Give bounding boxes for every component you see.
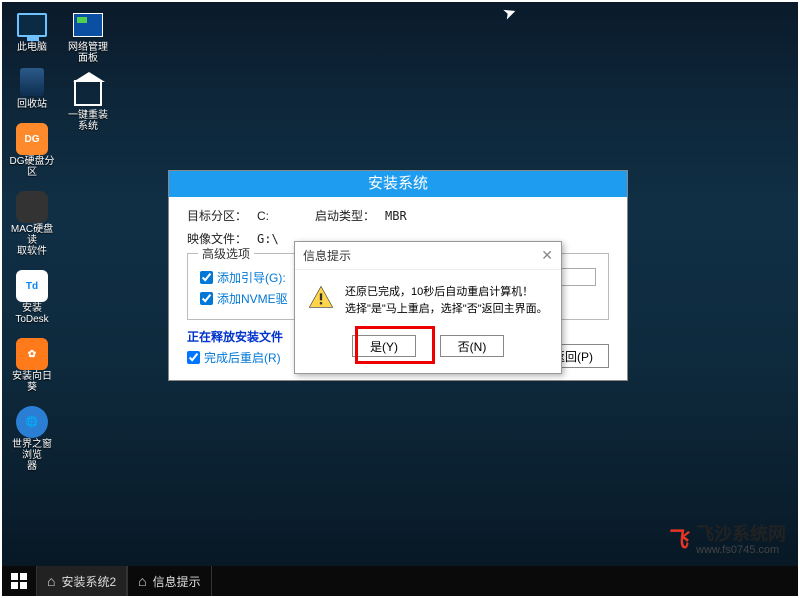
restart-input[interactable] — [187, 351, 200, 364]
watermark: 飞 飞沙系统网 www.fs0745.com — [668, 520, 786, 556]
icon-label: 世界之窗浏览 器 — [8, 439, 56, 472]
dialog-msg-line2: 选择"是"马上重启，选择"否"返回主界面。 — [345, 301, 548, 318]
taskbar-item-dialog[interactable]: ⌂ 信息提示 — [127, 566, 211, 596]
icon-label: 网络管理面板 — [64, 42, 112, 64]
dialog-message: 还原已完成，10秒后自动重启计算机！ 选择"是"马上重启，选择"否"返回主界面。 — [345, 284, 548, 317]
watermark-title: 飞沙系统网 — [696, 520, 786, 546]
taskbar: ⌂ 安装系统2 ⌂ 信息提示 — [2, 566, 798, 596]
advanced-legend: 高级选项 — [198, 245, 254, 262]
boot-type-value: MBR — [385, 209, 407, 223]
watermark-url: www.fs0745.com — [696, 544, 786, 556]
dg-badge-icon: DG — [16, 123, 48, 155]
info-dialog: 信息提示 ✕ 还原已完成，10秒后自动重启计算机！ 选择"是"马上重启，选择"否… — [294, 241, 562, 374]
taskbar-item-label: 信息提示 — [153, 573, 201, 590]
installer-titlebar[interactable]: 安装系统 — [169, 171, 627, 197]
house-icon — [74, 80, 102, 106]
icon-label: 一键重装系统 — [64, 110, 112, 132]
close-icon[interactable]: ✕ — [541, 247, 553, 264]
todesk-badge-icon: Td — [16, 270, 48, 302]
globe-icon: 🌐 — [16, 406, 48, 438]
taskbar-item-installer[interactable]: ⌂ 安装系统2 — [36, 566, 127, 596]
add-boot-input[interactable] — [200, 271, 213, 284]
reinstall-icon[interactable]: 一键重装系统 — [64, 78, 112, 132]
add-boot-label: 添加引导(G): — [217, 269, 286, 286]
watermark-logo-icon: 飞 — [665, 522, 693, 554]
sunflower-icon[interactable]: ✿ 安装向日葵 — [8, 339, 56, 393]
icon-label: DG硬盘分区 — [8, 156, 56, 178]
start-button[interactable] — [2, 566, 36, 596]
dashboard-icon — [73, 13, 103, 37]
cursor-icon: ➤ — [500, 1, 519, 24]
no-button[interactable]: 否(N) — [440, 335, 504, 357]
target-partition-label: 目标分区： — [187, 207, 251, 224]
warning-icon — [307, 284, 335, 312]
house-icon: ⌂ — [138, 573, 146, 589]
restart-label: 完成后重启(R) — [204, 349, 281, 366]
dialog-msg-line1: 还原已完成，10秒后自动重启计算机！ — [345, 284, 548, 301]
add-nvme-label: 添加NVME驱 — [217, 290, 288, 307]
dialog-title: 信息提示 — [303, 247, 351, 264]
icon-label: 安装向日葵 — [8, 371, 56, 393]
mac-disk-icon[interactable]: MAC硬盘读 取软件 — [8, 192, 56, 257]
yes-button[interactable]: 是(Y) — [352, 335, 416, 357]
apple-icon — [16, 191, 48, 223]
sunflower-badge-icon: ✿ — [16, 338, 48, 370]
todesk-icon[interactable]: Td 安装ToDesk — [8, 271, 56, 325]
dg-partition-icon[interactable]: DG DG硬盘分区 — [8, 124, 56, 178]
image-file-value: G:\ — [257, 232, 279, 246]
target-partition-value: C: — [257, 209, 269, 223]
this-pc-icon[interactable]: 此电脑 — [8, 10, 56, 53]
bin-icon — [20, 68, 44, 96]
windows-icon — [11, 573, 27, 589]
browser-icon[interactable]: 🌐 世界之窗浏览 器 — [8, 407, 56, 472]
icon-label: 回收站 — [17, 99, 47, 110]
monitor-icon — [17, 13, 47, 37]
icon-label: MAC硬盘读 取软件 — [8, 224, 56, 257]
house-icon: ⌂ — [47, 573, 55, 589]
icon-label: 此电脑 — [17, 42, 47, 53]
network-panel-icon[interactable]: 网络管理面板 — [64, 10, 112, 64]
icon-label: 安装ToDesk — [8, 303, 56, 325]
taskbar-item-label: 安装系统2 — [61, 573, 116, 590]
add-nvme-input[interactable] — [200, 292, 213, 305]
recycle-bin-icon[interactable]: 回收站 — [8, 67, 56, 110]
boot-type-label: 启动类型： — [315, 207, 379, 224]
dialog-titlebar[interactable]: 信息提示 ✕ — [295, 242, 561, 270]
